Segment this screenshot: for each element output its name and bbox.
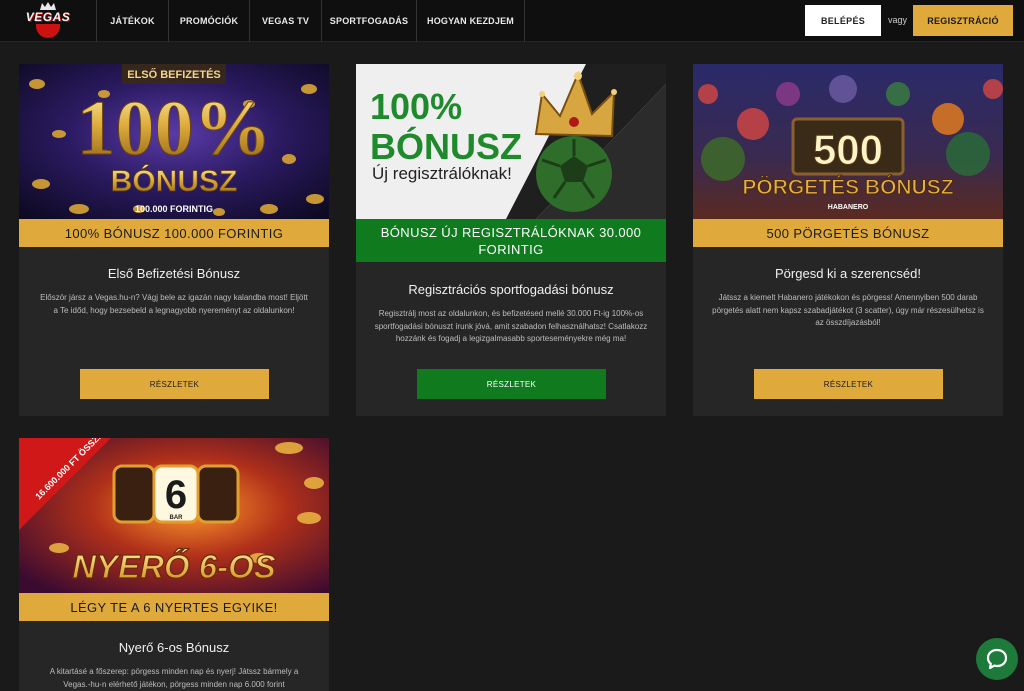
banner-big-text: 100% [370, 86, 462, 127]
banner-badge-text: ELSŐ BEFIZETÉS [127, 68, 221, 81]
promo-description: Először jársz a Vegas.hu-n? Vágj bele az… [40, 293, 308, 315]
banner-word-text: NYERŐ 6-OS [72, 548, 276, 585]
promo-description: Regisztrálj most az oldalunkon, és befiz… [374, 309, 648, 343]
crown-icon [40, 2, 56, 10]
banner-sub-text: HABANERO [828, 204, 869, 211]
promo-strip: BÓNUSZ ÚJ REGISZTRÁLÓKNAK 30.000 FORINTI… [356, 219, 666, 262]
banner-word-text: PÖRGETÉS BÓNUSZ [742, 175, 953, 199]
nav-item-promotions[interactable]: PROMÓCIÓK [169, 0, 250, 42]
banner-big-text: 6 [165, 473, 187, 517]
promo-title: Pörgesd ki a szerencséd! [775, 266, 921, 281]
details-button[interactable]: RÉSZLETEK [80, 369, 269, 399]
nav-item-games[interactable]: JÁTÉKOK [96, 0, 169, 42]
promo-title: Nyerő 6-os Bónusz [118, 640, 230, 655]
banner-word-text: BÓNUSZ [370, 125, 522, 167]
football-icon [536, 136, 612, 212]
banner-sub-text: 100.000 FORINTIG [135, 204, 213, 214]
chat-icon [986, 648, 1008, 670]
nav-item-sportsbook[interactable]: SPORTFOGADÁS [322, 0, 417, 42]
details-button[interactable]: RÉSZLETEK [754, 369, 943, 399]
promo-description: Játssz a kiemelt Habanero játékokon és p… [712, 293, 984, 327]
vegas-logo[interactable]: VEGAS [22, 2, 74, 40]
promo-strip: 500 PÖRGETÉS BÓNUSZ [693, 219, 1003, 247]
promo-card-first-deposit: ELSŐ BEFIZETÉS 100% BÓNUSZ 100.000 FORIN… [19, 64, 329, 416]
top-navigation-bar: VEGAS JÁTÉKOK PROMÓCIÓK VEGAS TV SPORTFO… [0, 0, 1024, 42]
banner-big-text: 100% [77, 84, 272, 171]
banner-reel-label: BAR [170, 515, 184, 521]
or-label: vagy [888, 15, 908, 25]
nav-item-vegas-tv[interactable]: VEGAS TV [250, 0, 322, 42]
promo-title: Regisztrációs sportfogadási bónusz [408, 282, 614, 297]
login-button[interactable]: BELÉPÉS [805, 5, 881, 36]
promo-strip: 100% BÓNUSZ 100.000 FORINTIG [19, 219, 329, 247]
main-nav: JÁTÉKOK PROMÓCIÓK VEGAS TV SPORTFOGADÁS … [96, 0, 525, 42]
promo-banner-500-spins[interactable]: 500 PÖRGETÉS BÓNUSZ HABANERO [693, 64, 1003, 219]
live-chat-button[interactable] [976, 638, 1018, 680]
details-button[interactable]: RÉSZLETEK [417, 369, 606, 399]
promo-card-winning-six: 16.600.000 FT ÖSSZNYEREMÉNY 6 BAR NYERŐ … [19, 438, 329, 691]
nav-item-how-to-start[interactable]: HOGYAN KEZDJEM [417, 0, 525, 42]
banner-sub-text: Új regisztrálóknak! [372, 164, 512, 183]
banner-big-text: 500 [813, 126, 883, 173]
logo-shield-icon [36, 24, 60, 38]
logo-text: VEGAS [25, 10, 71, 24]
promo-banner-winning-six[interactable]: 16.600.000 FT ÖSSZNYEREMÉNY 6 BAR NYERŐ … [19, 438, 329, 593]
promo-banner-first-deposit[interactable]: ELSŐ BEFIZETÉS 100% BÓNUSZ 100.000 FORIN… [19, 64, 329, 219]
promo-card-500-spins: 500 PÖRGETÉS BÓNUSZ HABANERO 500 PÖRGETÉ… [693, 64, 1003, 416]
promo-card-sport-registration: 100% BÓNUSZ Új regisztrálóknak! BÓNUSZ Ú… [356, 64, 666, 416]
promo-description: A kitartásé a főszerep: pörgess minden n… [49, 667, 299, 689]
register-button[interactable]: REGISZTRÁCIÓ [913, 5, 1013, 36]
promo-title: Első Befizetési Bónusz [107, 266, 241, 281]
promo-banner-sport-registration[interactable]: 100% BÓNUSZ Új regisztrálóknak! [356, 64, 666, 219]
banner-word-text: BÓNUSZ [111, 164, 238, 198]
promo-strip: LÉGY TE A 6 NYERTES EGYIKE! [19, 593, 329, 621]
